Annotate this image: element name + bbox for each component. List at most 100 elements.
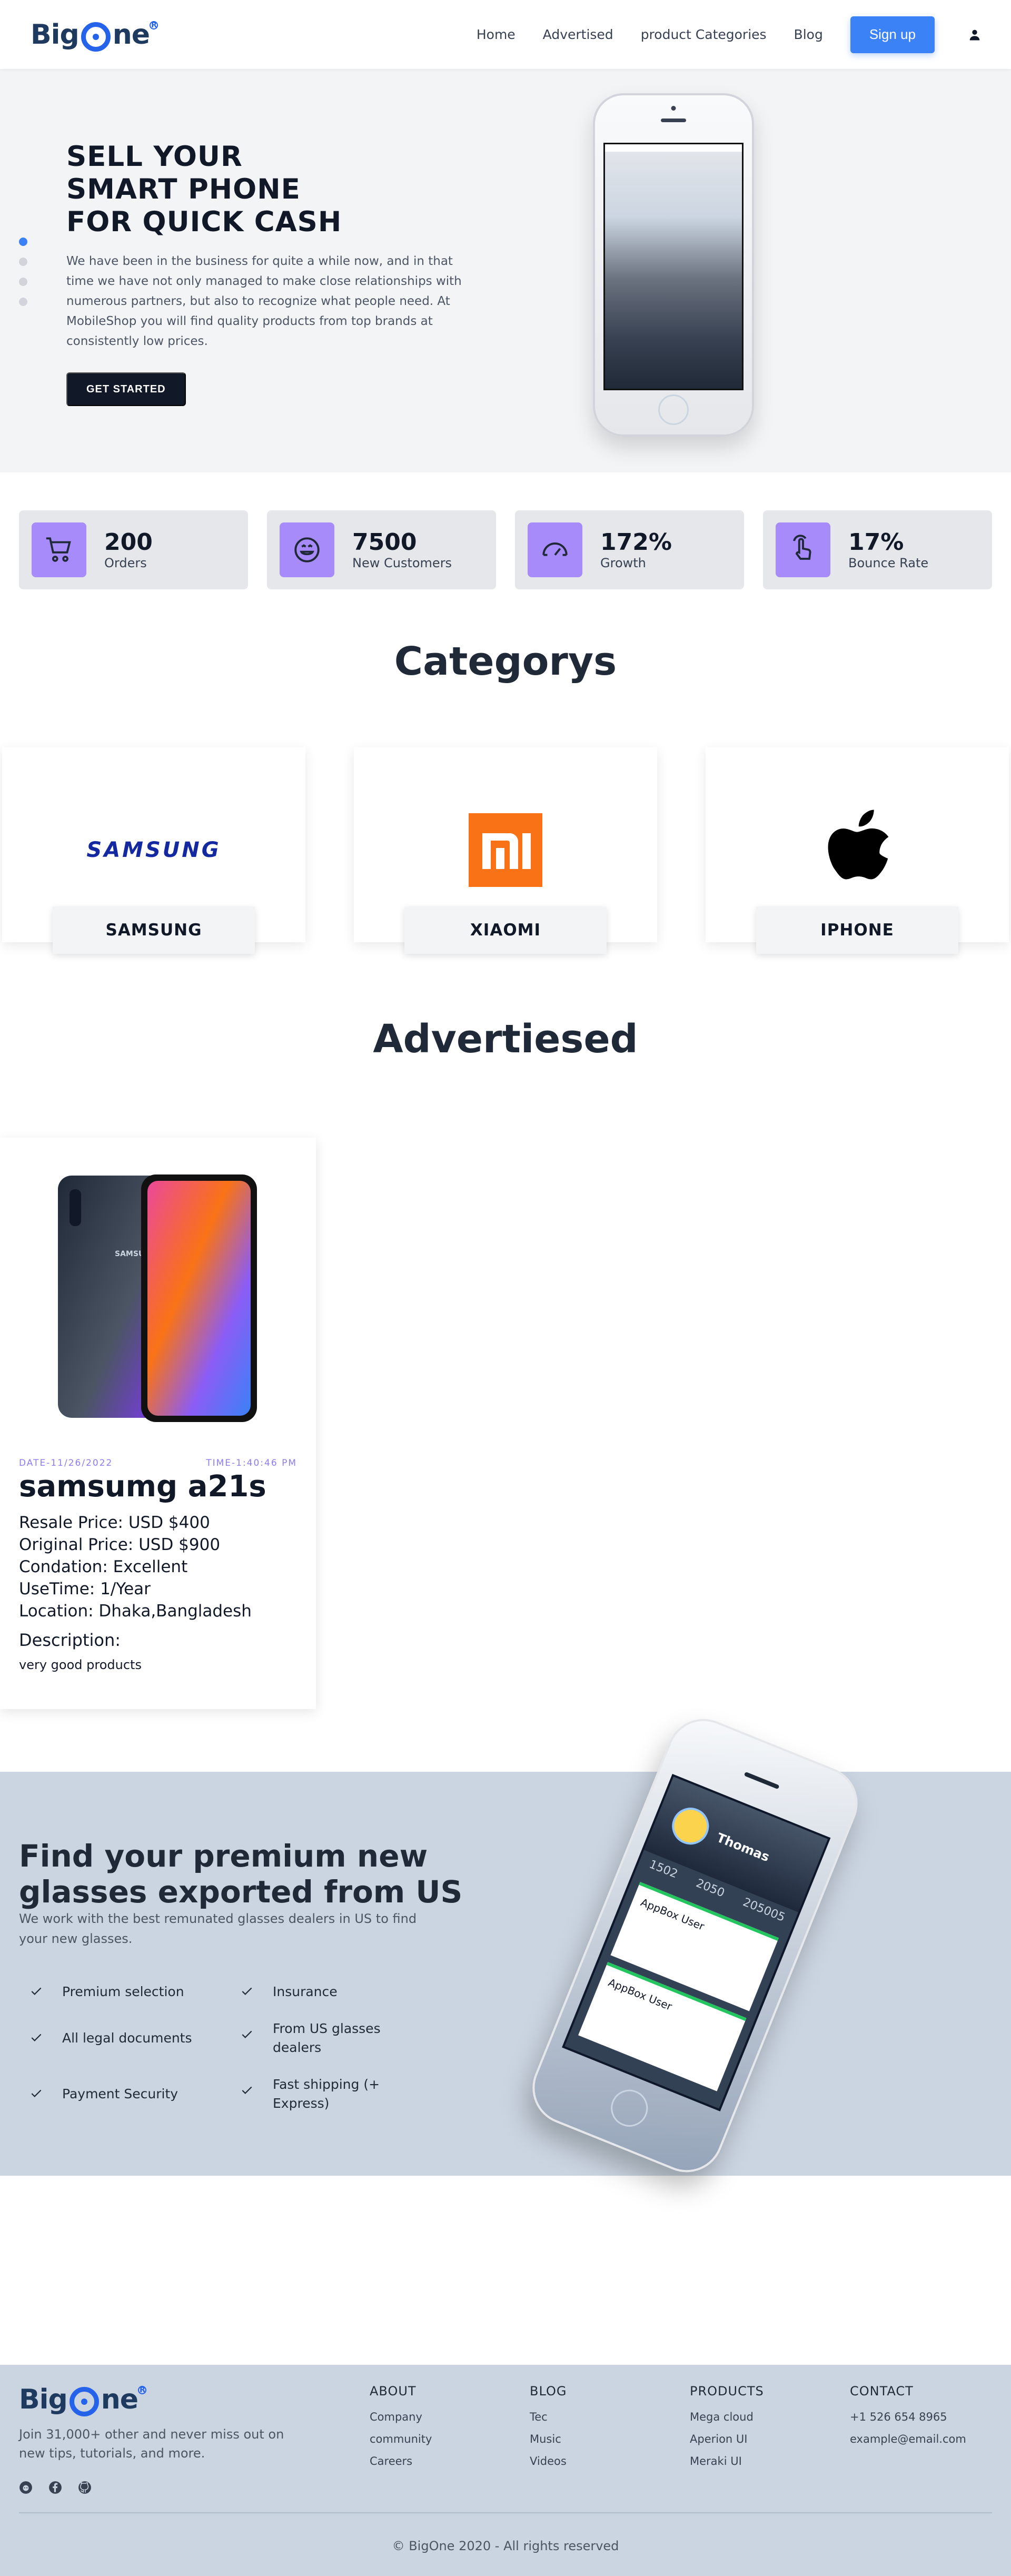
feature-item: Fast shipping (+ Express) <box>240 2075 398 2113</box>
hero-section: SELL YOUR SMART PHONE FOR QUICK CASH We … <box>0 69 1011 472</box>
footer-column-contact: CONTACT +1 526 654 8965 example@email.co… <box>850 2384 966 2450</box>
slider-dots <box>19 238 27 306</box>
social-links <box>19 2481 92 2494</box>
stat-label: New Customers <box>352 556 452 570</box>
slider-dot-3[interactable] <box>19 278 27 286</box>
category-label-xiaomi[interactable]: XIAOMI <box>404 906 607 954</box>
advert-condition: Condation: Excellent <box>19 1557 188 1576</box>
check-icon <box>242 1987 252 1995</box>
stat-value: 172% <box>600 529 672 556</box>
stat-card-bounce-rate: 17% Bounce Rate <box>763 510 992 589</box>
advertised-title: Advertiesed <box>373 1016 638 1062</box>
stat-value: 17% <box>848 529 904 556</box>
category-card-samsung[interactable]: SAMSUNG SAMSUNG <box>2 747 305 954</box>
category-label-samsung[interactable]: SAMSUNG <box>53 906 255 954</box>
stat-card-new-customers: 7500 New Customers <box>267 510 496 589</box>
site-header: Big ne R Home Advertised product Categor… <box>0 0 1011 69</box>
nav-blog[interactable]: Blog <box>794 27 823 42</box>
logo-text-right: ne <box>112 18 150 51</box>
footer-link-careers[interactable]: Careers <box>370 2450 432 2472</box>
smile-icon <box>280 522 334 577</box>
hero-title: SELL YOUR SMART PHONE FOR QUICK CASH <box>66 141 477 239</box>
category-card-iphone[interactable]: IPHONE <box>706 747 1009 954</box>
feature-label: Fast shipping (+ Express) <box>273 2077 380 2111</box>
footer-column-products: PRODUCTS Mega cloud Aperion UI Meraki UI <box>690 2384 764 2472</box>
advert-date: DATE-11/26/2022 <box>19 1458 113 1468</box>
site-logo[interactable]: Big ne R <box>31 18 158 52</box>
category-label-iphone[interactable]: IPHONE <box>756 906 958 954</box>
slider-dot-2[interactable] <box>19 258 27 266</box>
check-icon <box>31 2034 42 2041</box>
footer-link-music[interactable]: Music <box>530 2428 567 2450</box>
signup-button[interactable]: Sign up <box>850 16 935 53</box>
feature-item: Payment Security <box>29 2085 178 2104</box>
stat-card-growth: 172% Growth <box>515 510 744 589</box>
feed-card-title: AppBox User <box>606 1976 674 2013</box>
cart-icon <box>32 522 86 577</box>
registered-icon: R <box>149 21 158 29</box>
footer-column-about: ABOUT Company community Careers <box>370 2384 432 2472</box>
nav-home[interactable]: Home <box>477 27 516 42</box>
avatar <box>666 1802 715 1850</box>
facebook-icon[interactable] <box>48 2481 62 2494</box>
xiaomi-logo <box>354 811 657 890</box>
footer-link-mega-cloud[interactable]: Mega cloud <box>690 2406 764 2428</box>
nav-product-categories[interactable]: product Categories <box>641 27 767 42</box>
phone-screen: Thomas 1502 2050 205005 AppBox User AppB… <box>562 1774 831 2111</box>
footer-link-community[interactable]: community <box>370 2428 432 2450</box>
footer-link-tec[interactable]: Tec <box>530 2406 567 2428</box>
site-footer: Big ne R Join 31,000+ other and never mi… <box>0 2365 1011 2576</box>
pointer-icon <box>776 522 830 577</box>
slider-dot-1[interactable] <box>19 238 27 246</box>
phone-statusbar <box>605 144 742 152</box>
footer-column-title: BLOG <box>530 2384 567 2399</box>
stat-label: Bounce Rate <box>848 556 929 570</box>
footer-link-phone[interactable]: +1 526 654 8965 <box>850 2406 966 2428</box>
feature-label: Insurance <box>273 1984 338 1999</box>
feature-label: From US glasses dealers <box>273 2021 381 2055</box>
footer-link-email[interactable]: example@email.com <box>850 2428 966 2450</box>
stat-value: 200 <box>104 529 153 556</box>
footer-copyright: © BigOne 2020 - All rights reserved <box>392 2539 619 2553</box>
footer-link-company[interactable]: Company <box>370 2406 432 2428</box>
phone-screen <box>603 143 744 390</box>
advert-resale-price: Resale Price: USD $400 <box>19 1513 210 1532</box>
advert-meta: DATE-11/26/2022 TIME-1:40:46 PM <box>19 1458 297 1468</box>
feature-item: Insurance <box>240 1982 338 2001</box>
footer-column-blog: BLOG Tec Music Videos <box>530 2384 567 2472</box>
promo-phone-image: Thomas 1502 2050 205005 AppBox User AppB… <box>521 1708 869 2184</box>
footer-tagline: Join 31,000+ other and never miss out on… <box>19 2427 284 2461</box>
get-started-button[interactable]: GET STARTED <box>66 372 186 406</box>
samsung-logo: SAMSUNG <box>2 811 305 890</box>
hero-phone-image <box>593 93 754 437</box>
feature-label: Premium selection <box>62 1984 184 1999</box>
categories-section: SAMSUNG SAMSUNG XIAOMI IPHONE <box>0 747 1011 995</box>
check-icon <box>31 1987 42 1995</box>
apple-logo <box>706 810 1009 890</box>
footer-link-aperion-ui[interactable]: Aperion UI <box>690 2428 764 2450</box>
nav-advertised[interactable]: Advertised <box>543 27 613 42</box>
reddit-icon[interactable] <box>19 2481 33 2494</box>
stat-card-orders: 200 Orders <box>19 510 248 589</box>
advert-card[interactable]: SAMSUNG DATE-11/26/2022 TIME-1:40:46 PM … <box>0 1138 316 1709</box>
profile-name: Thomas <box>715 1830 772 1865</box>
advert-use-time: UseTime: 1/Year <box>19 1580 151 1598</box>
slider-dot-4[interactable] <box>19 298 27 306</box>
check-icon <box>242 2086 252 2094</box>
footer-link-meraki-ui[interactable]: Meraki UI <box>690 2450 764 2472</box>
samsung-logo-text: SAMSUNG <box>86 838 221 862</box>
check-icon <box>31 2089 42 2097</box>
user-icon[interactable] <box>967 27 982 42</box>
footer-logo[interactable]: Big ne R <box>19 2383 146 2416</box>
stat-value: 7500 <box>352 529 417 556</box>
category-card-xiaomi[interactable]: XIAOMI <box>354 747 657 954</box>
phone-home-button <box>605 2084 653 2133</box>
advert-description-title: Description: <box>19 1630 121 1650</box>
footer-column-title: CONTACT <box>850 2384 914 2399</box>
footer-divider <box>19 2512 992 2513</box>
advert-details: Resale Price: USD $400 Original Price: U… <box>19 1512 252 1622</box>
logo-text-left: Big <box>31 18 80 51</box>
github-icon[interactable] <box>78 2481 92 2494</box>
feature-item: All legal documents <box>29 2029 192 2048</box>
footer-link-videos[interactable]: Videos <box>530 2450 567 2472</box>
